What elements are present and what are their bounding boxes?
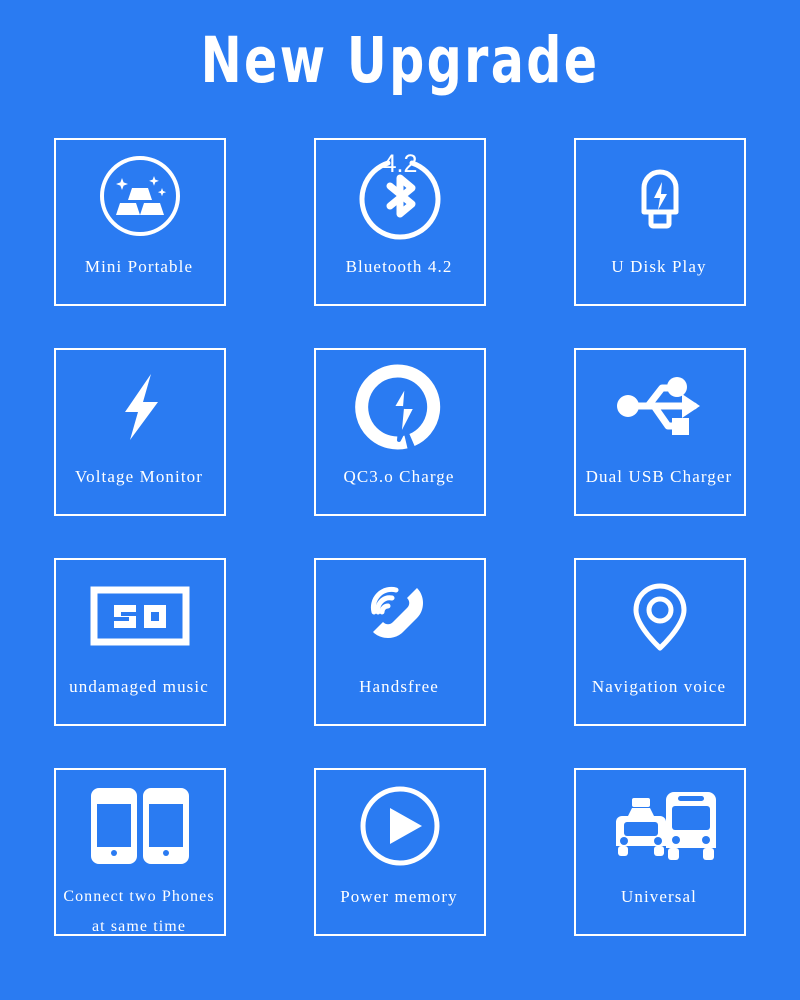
feature-card-qc30-charge[interactable]: QC3.o Charge (314, 348, 486, 516)
taxi-bus-icon (576, 770, 744, 882)
feature-card-navigation-voice[interactable]: Navigation voice (574, 558, 746, 726)
feature-card-dual-usb-charger[interactable]: Dual USB Charger (574, 348, 746, 516)
feature-card-label: Power memory (340, 887, 458, 906)
feature-card-label: Navigation voice (591, 677, 727, 696)
phone-handset-waves-icon (316, 560, 484, 672)
feature-card-voltage-monitor[interactable]: Voltage Monitor (54, 348, 226, 516)
feature-card-label-line1: Connect two Phones (63, 888, 215, 905)
page-title: New Upgrade (200, 23, 600, 97)
feature-card-label: Mini Portable (84, 257, 194, 276)
feature-card-label-line2: at same time (91, 918, 187, 935)
feature-card-u-disk-play[interactable]: U Disk Play (574, 138, 746, 306)
gold-bars-circle-icon (56, 140, 224, 252)
feature-card-handsfree[interactable]: Handsfree (314, 558, 486, 726)
bluetooth-version-text: 4.2 (383, 150, 418, 178)
sq-badge-icon (56, 560, 224, 672)
feature-grid: Mini Portable 4.2 Bluetooth 4.2 U Disk P… (54, 138, 746, 936)
feature-card-bluetooth[interactable]: 4.2 Bluetooth 4.2 (314, 138, 486, 306)
play-circle-icon (316, 770, 484, 882)
feature-card-label: Connect two Phones at same time (53, 882, 225, 942)
feature-card-label: Dual USB Charger (585, 467, 733, 486)
two-phones-icon (56, 770, 224, 882)
feature-card-label: undamaged music (69, 677, 209, 696)
usb-flash-drive-icon (576, 140, 744, 252)
map-pin-icon (576, 560, 744, 672)
feature-card-connect-two-phones[interactable]: Connect two Phones at same time (54, 768, 226, 936)
bluetooth-icon: 4.2 (316, 140, 484, 252)
feature-card-power-memory[interactable]: Power memory (314, 768, 486, 936)
feature-card-label: Handsfree (359, 677, 439, 696)
feature-card-undamaged-music[interactable]: undamaged music (54, 558, 226, 726)
feature-card-mini-portable[interactable]: Mini Portable (54, 138, 226, 306)
lightning-bolt-icon (56, 350, 224, 462)
feature-card-label: QC3.o Charge (343, 467, 455, 486)
quick-charge-icon (316, 350, 484, 462)
feature-card-label: Voltage Monitor (74, 467, 204, 486)
feature-card-label: Bluetooth 4.2 (345, 257, 453, 276)
usb-trident-icon (576, 350, 744, 462)
feature-card-label: U Disk Play (611, 257, 707, 276)
feature-card-universal[interactable]: Universal (574, 768, 746, 936)
feature-card-label: Universal (621, 887, 697, 906)
